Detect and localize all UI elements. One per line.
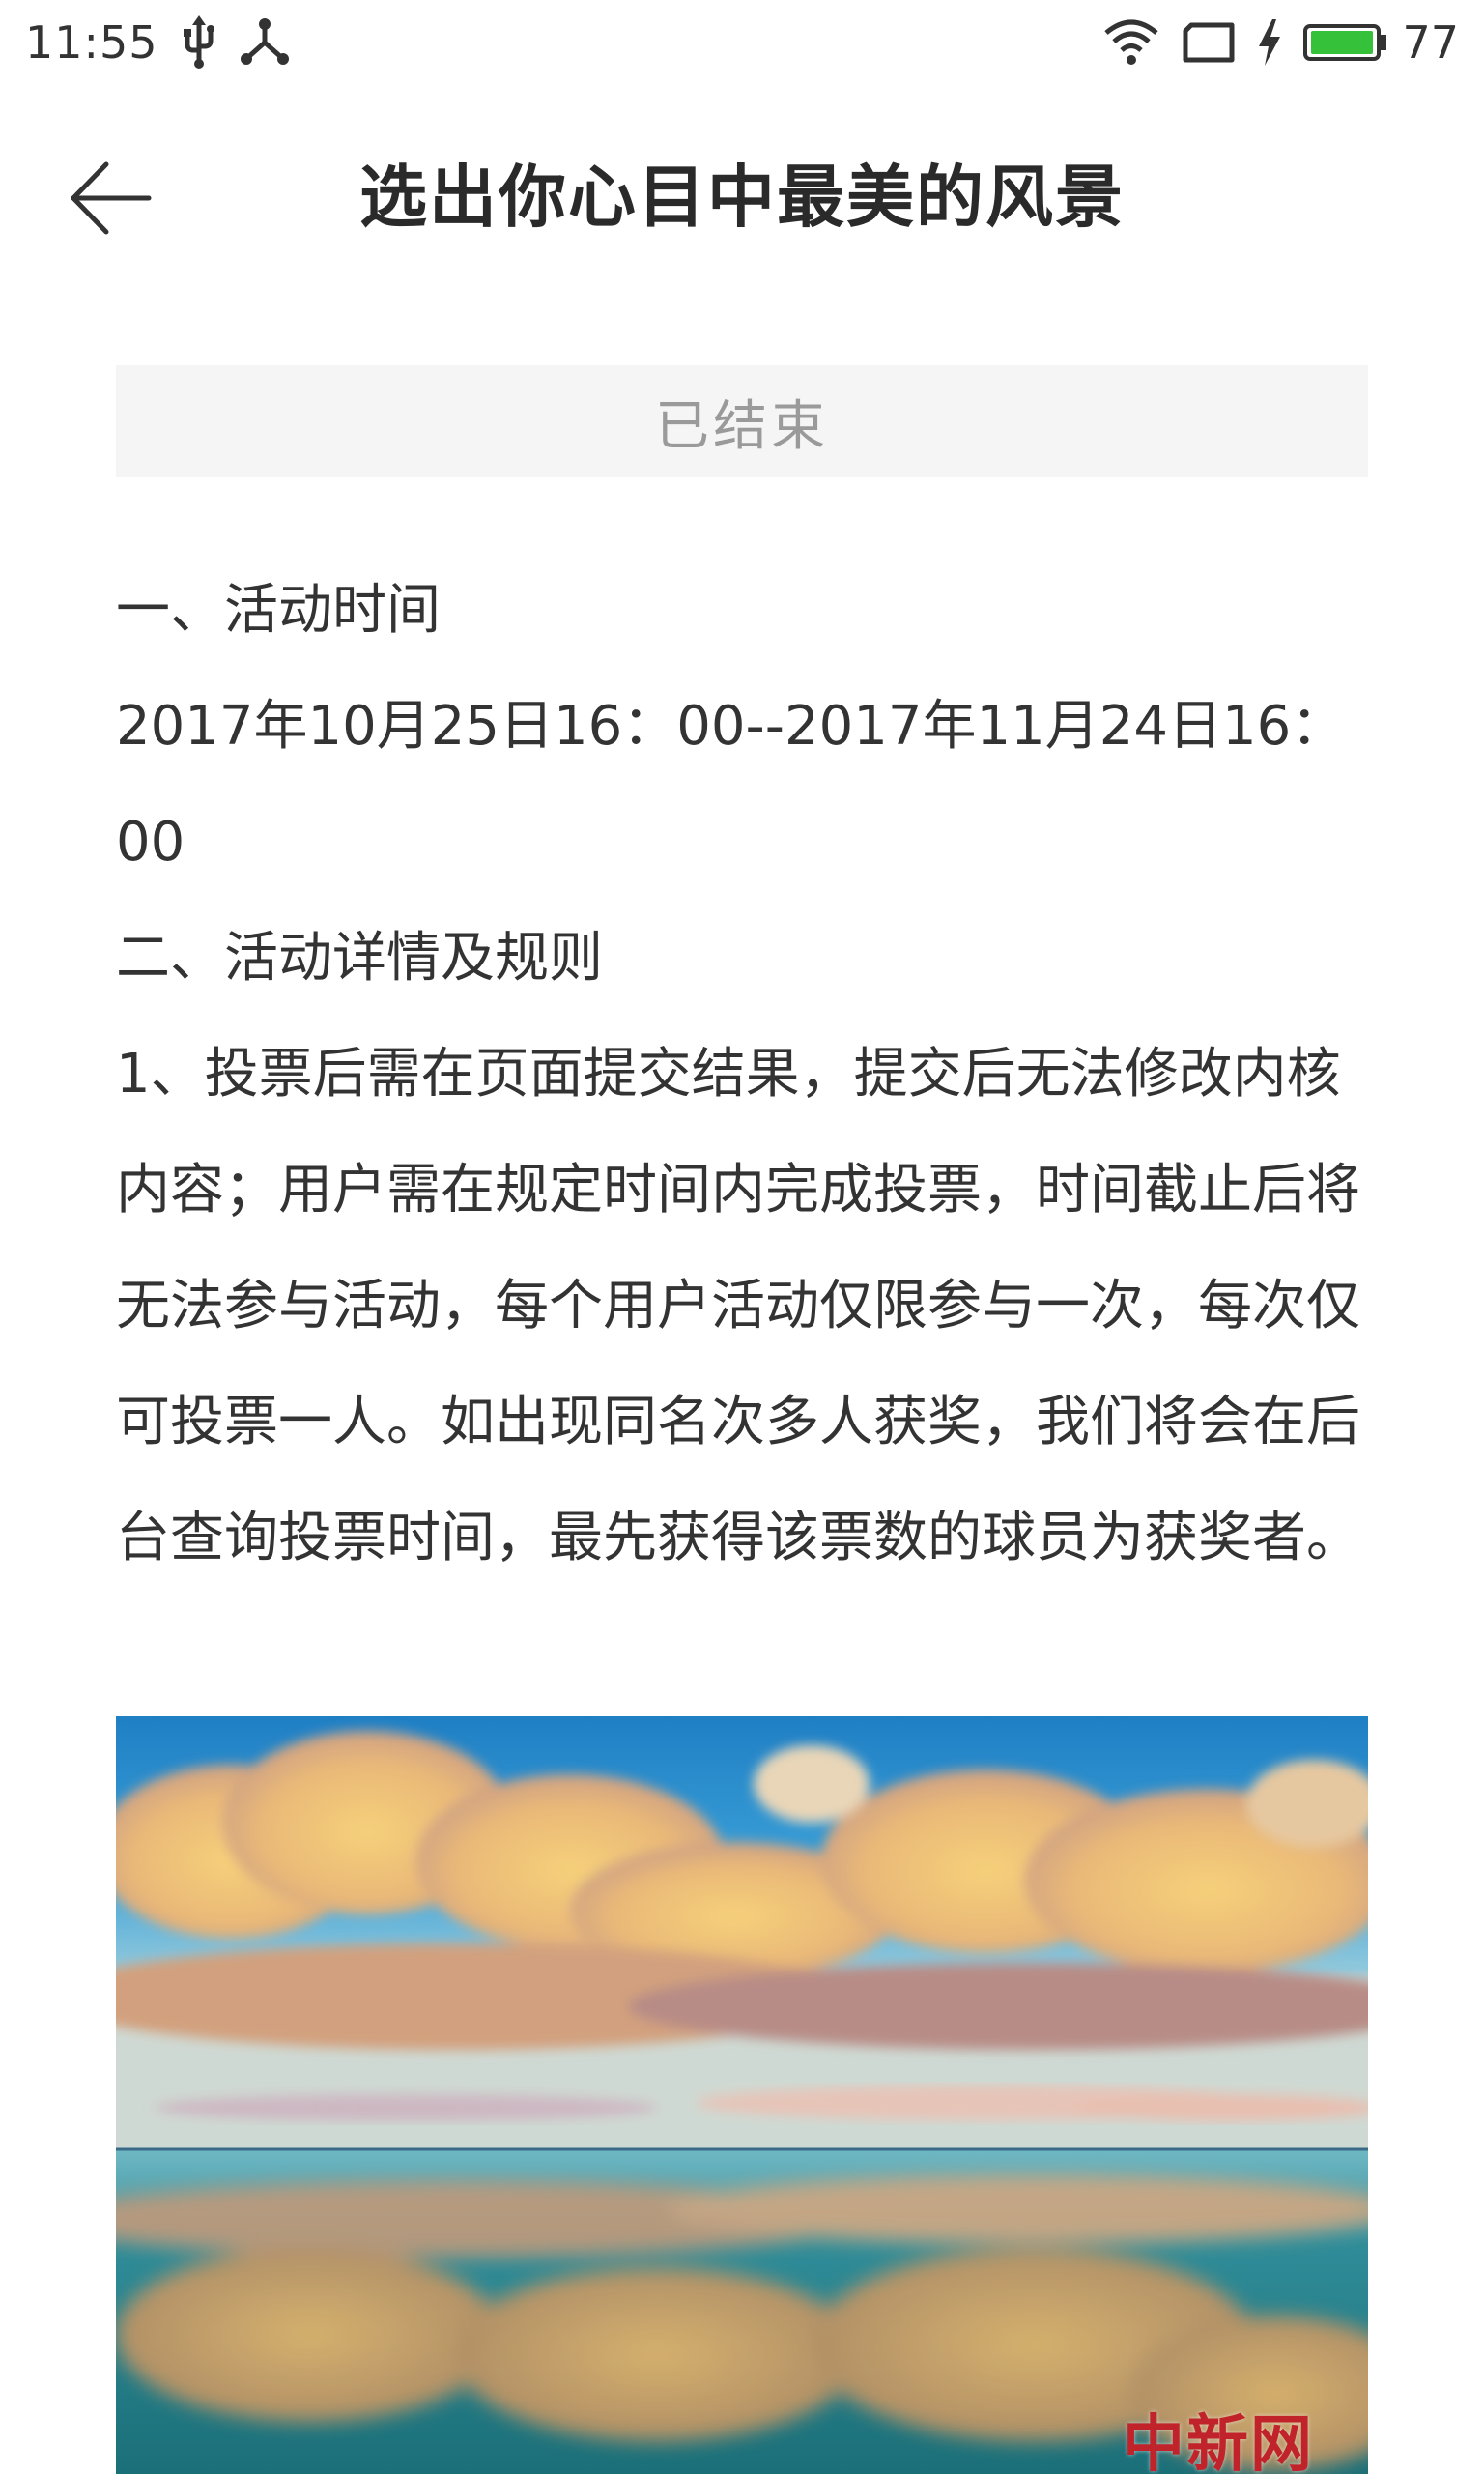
section-heading-time: 一、活动时间 [116, 579, 441, 642]
status-right: 77 [1102, 16, 1459, 69]
nav-header: 选出你心目中最美的风景 [0, 85, 1484, 307]
status-time: 11:55 [25, 16, 158, 69]
event-time-range: 2017年10月25日16：00--2017年11月24日16：00 [116, 695, 1346, 874]
landscape-image: 中新网 [116, 1716, 1368, 2474]
wifi-icon [1102, 17, 1160, 68]
charging-icon [1257, 19, 1282, 66]
page: 11:55 77 选出你心目中最美的风景 已结束 一、活动时间 2017年10月… [0, 0, 1484, 2474]
share-icon [240, 17, 290, 68]
page-title: 选出你心目中最美的风景 [359, 158, 1125, 237]
battery-icon [1303, 20, 1388, 65]
rules-paragraph: 1、投票后需在页面提交结果，提交后无法修改内核内容；用户需在规定时间内完成投票，… [116, 1043, 1360, 1569]
section-heading-rules: 二、活动详情及规则 [116, 927, 603, 990]
status-left: 11:55 [25, 15, 290, 70]
article-body: 一、活动时间 2017年10月25日16：00--2017年11月24日16：0… [116, 553, 1372, 1597]
status-bar: 11:55 77 [0, 0, 1484, 85]
battery-level: 77 [1402, 16, 1459, 69]
status-badge: 已结束 [116, 365, 1368, 477]
screen-rotate-icon [1182, 21, 1236, 64]
usb-icon [180, 15, 218, 70]
image-watermark: 中新网 [1123, 2408, 1314, 2474]
